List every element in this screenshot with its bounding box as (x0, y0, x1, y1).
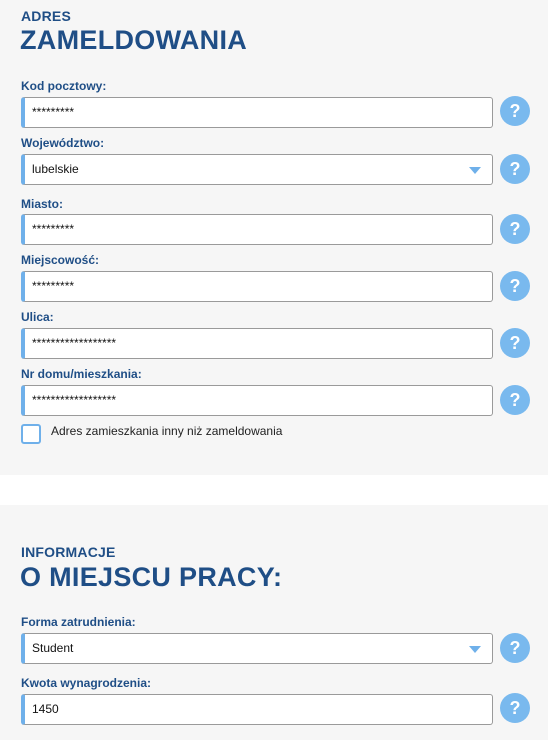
voivodeship-select[interactable]: lubelskie (21, 154, 493, 185)
postal-code-value: ********* (32, 105, 75, 119)
employment-type-help-icon[interactable]: ? (500, 633, 530, 663)
voivodeship-help-icon[interactable]: ? (500, 154, 530, 184)
work-section: INFORMACJE O MIEJSCU PRACY: Forma zatrud… (0, 505, 548, 740)
salary-help-icon[interactable]: ? (500, 693, 530, 723)
postal-code-label: Kod pocztowy: (21, 79, 107, 93)
street-input[interactable]: ****************** (21, 328, 493, 359)
locality-label: Miejscowość: (21, 253, 100, 267)
salary-label: Kwota wynagrodzenia: (21, 676, 152, 690)
employment-type-select[interactable]: Student (21, 633, 493, 664)
postal-code-help-icon[interactable]: ? (500, 96, 530, 126)
city-value: ********* (32, 222, 75, 236)
work-section-title: O MIEJSCU PRACY: (20, 562, 283, 592)
employment-type-value: Student (32, 641, 74, 655)
voivodeship-value: lubelskie (32, 162, 79, 176)
address-section-subtitle: ADRES (21, 8, 72, 24)
different-residence-checkbox[interactable] (21, 424, 41, 444)
city-label: Miasto: (21, 197, 63, 211)
house-number-help-icon[interactable]: ? (500, 385, 530, 415)
postal-code-input[interactable]: ********* (21, 97, 493, 128)
city-help-icon[interactable]: ? (500, 214, 530, 244)
locality-value: ********* (32, 279, 75, 293)
work-section-subtitle: INFORMACJE (21, 544, 116, 560)
address-section-title: ZAMELDOWANIA (20, 25, 248, 55)
chevron-down-icon (469, 167, 481, 174)
employment-type-label: Forma zatrudnienia: (21, 615, 136, 629)
address-section: ADRES ZAMELDOWANIA Kod pocztowy: *******… (0, 0, 548, 475)
street-label: Ulica: (21, 310, 54, 324)
house-number-value: ****************** (32, 393, 117, 407)
salary-input[interactable]: 1450 (21, 694, 493, 725)
street-help-icon[interactable]: ? (500, 328, 530, 358)
locality-input[interactable]: ********* (21, 271, 493, 302)
different-residence-label[interactable]: Adres zamieszkania inny niż zameldowania (51, 424, 282, 438)
house-number-input[interactable]: ****************** (21, 385, 493, 416)
house-number-label: Nr domu/mieszkania: (21, 367, 142, 381)
salary-value: 1450 (32, 702, 59, 716)
voivodeship-label: Województwo: (21, 136, 105, 150)
street-value: ****************** (32, 336, 117, 350)
locality-help-icon[interactable]: ? (500, 271, 530, 301)
chevron-down-icon (469, 646, 481, 653)
city-input[interactable]: ********* (21, 214, 493, 245)
